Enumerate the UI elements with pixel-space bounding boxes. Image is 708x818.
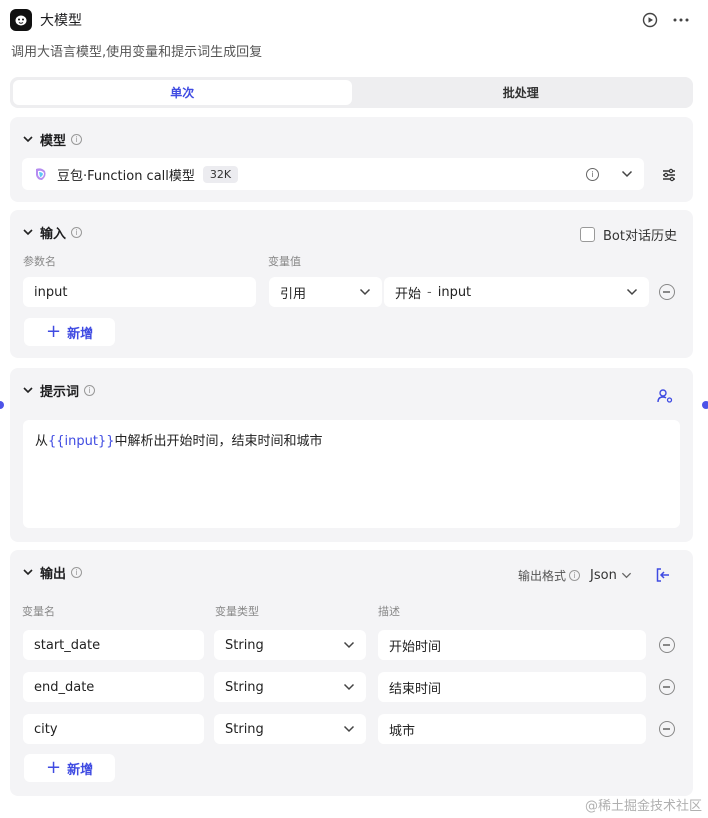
model-settings-icon[interactable] [661, 167, 677, 183]
llm-node-logo-icon [10, 9, 32, 31]
ref-variable-select[interactable]: 开始 - input [384, 277, 649, 307]
prompt-section-header[interactable]: 提示词 i [22, 380, 96, 400]
prompt-text-prefix: 从 [35, 434, 49, 449]
prompt-section: 提示词 i 从{{input}}中解析出开始时间，结束时间和城市 [10, 368, 693, 542]
bot-history-toggle[interactable]: Bot对话历史 [580, 225, 677, 244]
output-var-type-select[interactable]: String [214, 714, 366, 744]
ref-variable-name: input [437, 284, 472, 300]
tab-batch[interactable]: 批处理 [352, 80, 691, 105]
model-name: 豆包·Function call模型 [57, 168, 195, 184]
collapse-chevron-icon[interactable] [22, 566, 34, 578]
info-icon[interactable]: i [71, 226, 83, 238]
plus-icon: + [46, 321, 62, 342]
watermark: @稀土掘金技术社区 [584, 799, 702, 814]
output-var-desc-input[interactable]: 城市 [378, 714, 646, 744]
col-variable-name: 变量名 [22, 605, 55, 618]
info-icon[interactable]: i [71, 133, 83, 145]
remove-row-icon[interactable] [659, 721, 675, 737]
remove-row-icon[interactable] [659, 637, 675, 653]
chevron-down-icon [626, 288, 638, 296]
input-section-header[interactable]: 输入 i [22, 222, 83, 242]
remove-row-icon[interactable] [659, 679, 675, 695]
prompt-section-title: 提示词 [40, 384, 80, 400]
prompt-library-icon[interactable] [657, 388, 673, 404]
col-variable-value: 变量值 [268, 255, 301, 268]
doubao-model-icon [36, 168, 46, 180]
input-section: 输入 i Bot对话历史 参数名 变量值 input 引用 开始 - input… [10, 210, 693, 358]
tab-single[interactable]: 单次 [13, 80, 352, 105]
prompt-variable-token: {{input}} [48, 434, 115, 449]
output-format-value: Json [590, 568, 617, 583]
chevron-down-icon [343, 641, 355, 649]
output-section-title: 输出 [40, 566, 67, 582]
info-icon[interactable]: i [84, 384, 96, 396]
model-section: 模型 i 豆包·Function call模型 32K i [10, 117, 693, 202]
col-description: 描述 [378, 605, 400, 618]
col-variable-type: 变量类型 [215, 605, 259, 618]
add-output-button[interactable]: + 新增 [24, 754, 116, 782]
plus-icon: + [46, 757, 62, 778]
import-output-icon[interactable] [655, 567, 671, 583]
output-section-header[interactable]: 输出 i [22, 562, 83, 582]
output-var-desc-input[interactable]: 结束时间 [378, 672, 646, 702]
model-section-title: 模型 [40, 133, 67, 149]
model-info-icon[interactable]: i [586, 167, 599, 181]
output-var-name-input[interactable]: end_date [23, 672, 204, 702]
bot-history-label: Bot对话历史 [603, 229, 677, 244]
prompt-text-suffix: 中解析出开始时间，结束时间和城市 [114, 434, 323, 449]
node-description: 调用大语言模型,使用变量和提示词生成回复 [11, 45, 263, 60]
ref-node-name: 开始 [395, 286, 422, 302]
ref-mode-value: 引用 [280, 286, 307, 302]
output-port-handle[interactable] [702, 401, 708, 409]
add-input-button[interactable]: + 新增 [24, 318, 116, 346]
info-icon[interactable]: i [569, 570, 581, 581]
bot-history-checkbox[interactable] [580, 227, 595, 242]
llm-node-card: 大模型 调用大语言模型,使用变量和提示词生成回复 单次 批处理 模型 i 豆包·… [0, 0, 708, 818]
param-name-input[interactable]: input [23, 277, 256, 307]
model-select[interactable]: 豆包·Function call模型 32K i [22, 158, 644, 190]
chevron-down-icon[interactable] [621, 168, 633, 180]
output-format-label: 输出格式 [518, 569, 567, 583]
node-header: 大模型 [10, 6, 698, 34]
context-length-badge: 32K [202, 165, 239, 183]
type-value: String [225, 721, 264, 737]
ref-mode-select[interactable]: 引用 [269, 277, 382, 307]
output-var-type-select[interactable]: String [214, 630, 366, 660]
model-section-header[interactable]: 模型 i [22, 129, 83, 149]
type-value: String [225, 637, 264, 653]
info-icon[interactable]: i [71, 566, 83, 578]
more-icon[interactable] [672, 12, 690, 28]
run-icon[interactable] [642, 12, 658, 28]
collapse-chevron-icon[interactable] [22, 133, 34, 145]
col-param-name: 参数名 [23, 255, 56, 268]
output-var-name-input[interactable]: city [23, 714, 204, 744]
chevron-down-icon [621, 572, 631, 579]
input-section-title: 输入 [40, 226, 67, 242]
chevron-down-icon [343, 683, 355, 691]
node-title: 大模型 [40, 13, 82, 29]
chevron-down-icon [359, 288, 371, 296]
output-var-name-input[interactable]: start_date [23, 630, 204, 660]
output-var-desc-input[interactable]: 开始时间 [378, 630, 646, 660]
output-format-control: 输出格式 i Json [518, 567, 632, 584]
output-section: 输出 i 输出格式 i Json 变量名 变量类型 描述 start_date … [10, 550, 693, 796]
add-output-label: 新增 [67, 762, 94, 778]
prompt-textarea[interactable]: 从{{input}}中解析出开始时间，结束时间和城市 [23, 420, 680, 528]
output-var-type-select[interactable]: String [214, 672, 366, 702]
chevron-down-icon [343, 725, 355, 733]
collapse-chevron-icon[interactable] [22, 226, 34, 238]
remove-row-icon[interactable] [659, 284, 675, 300]
add-input-label: 新增 [67, 326, 94, 342]
type-value: String [225, 679, 264, 695]
ref-separator: - [427, 284, 432, 300]
collapse-chevron-icon[interactable] [22, 384, 34, 396]
output-format-select[interactable]: Json [590, 568, 632, 583]
input-port-handle[interactable] [0, 401, 4, 409]
run-mode-tabs: 单次 批处理 [10, 77, 693, 108]
